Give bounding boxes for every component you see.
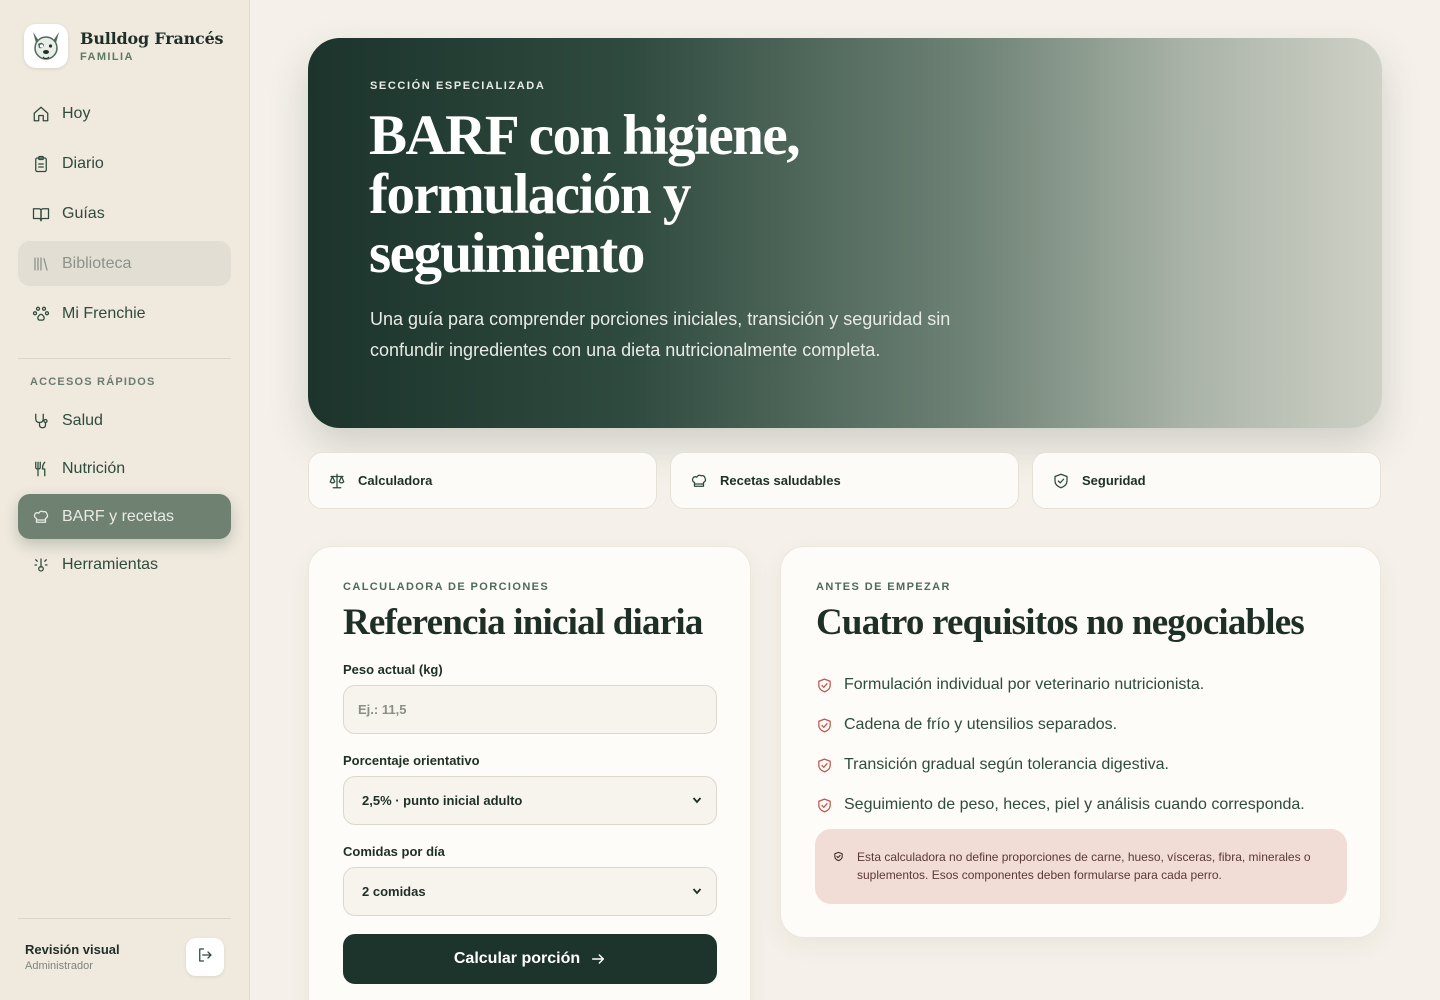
user-role: Administrador [25,960,93,972]
weight-input[interactable] [343,685,717,734]
requirement-text: Transición gradual según tolerancia dige… [844,756,1169,773]
utensils-icon [32,460,50,478]
shield-icon [833,851,845,862]
logout-button[interactable] [186,938,224,976]
calculator-card: CALCULADORA DE PORCIONES Referencia inic… [308,546,751,1000]
nav-item-diario[interactable]: Diario [18,141,231,186]
percent-select[interactable]: 2,5% · punto inicial adulto [343,776,717,825]
bulldog-logo-icon [24,24,68,68]
nav-item-salud[interactable]: Salud [18,398,231,443]
percent-select-value: 2,5% · punto inicial adulto [362,793,523,808]
nav-item-mi-frenchie[interactable]: Mi Frenchie [18,291,231,336]
calculate-button-label: Calcular porción [453,950,581,967]
nav-item-label: Salud [62,411,103,429]
nav-item-label: Guías [62,204,105,222]
sidebar: Bulldog Francés FAMILIA Hoy Diario Guías [0,0,250,1000]
main-nav: Hoy Diario Guías Biblioteca Mi Frenchie [18,91,231,341]
quick-access-nav: Salud Nutrición BARF y recetas Herramien… [18,398,231,590]
tab-label: Calculadora [358,473,433,488]
meals-label: Comidas por día [343,844,445,859]
warning-notice: Esta calculadora no define proporciones … [815,829,1347,904]
hero-description: Una guía para comprender porciones inici… [370,309,951,360]
meals-select[interactable]: 2 comidas [343,867,717,916]
home-icon [32,105,50,123]
meals-select-value: 2 comidas [362,884,426,899]
footer-divider [18,918,231,919]
clipboard-icon [32,155,50,173]
book-icon [32,205,50,223]
nav-item-hoy[interactable]: Hoy [18,91,231,136]
stethoscope-icon [32,412,50,430]
arrow-right-icon [590,951,606,967]
nav-item-guias[interactable]: Guías [18,191,231,236]
nav-item-herramientas[interactable]: Herramientas [18,542,231,587]
user-info: Revisión visual Administrador [25,942,120,972]
tab-seguridad[interactable]: Seguridad [1032,452,1381,509]
tab-calculadora[interactable]: Calculadora [308,452,657,509]
nav-item-label: Nutrición [62,459,126,477]
percent-label: Porcentaje orientativo [343,753,480,768]
shield-check-icon [816,796,834,814]
calculate-button[interactable]: Calcular porción [343,934,717,984]
list-item: Seguimiento de peso, heces, piel y análi… [816,785,1346,825]
paw-icon [32,305,50,323]
nav-item-label: Herramientas [62,555,159,573]
nav-item-label: Biblioteca [62,254,132,272]
nav-item-label: Diario [62,154,104,172]
brand[interactable]: Bulldog Francés FAMILIA [24,24,224,68]
requirement-text: Formulación individual por veterinario n… [844,676,1205,693]
requirements-title: Cuatro requisitos no negociables [816,602,1305,643]
logout-icon [196,946,214,969]
nav-item-label: Hoy [62,104,91,122]
nav-divider [18,358,231,359]
weight-label: Peso actual (kg) [343,662,443,677]
list-item: Formulación individual por veterinario n… [816,665,1346,705]
list-item: Cadena de frío y utensilios separados. [816,705,1346,745]
requirement-text: Seguimiento de peso, heces, piel y análi… [844,796,1305,813]
requirements-list: Formulación individual por veterinario n… [816,665,1346,825]
chef-hat-icon [690,472,708,490]
hero-eyebrow: SECCIÓN ESPECIALIZADA [370,80,546,92]
brand-title: Bulldog Francés [80,29,224,48]
brand-subtitle: FAMILIA [80,51,134,63]
requirement-text: Cadena de frío y utensilios separados. [844,716,1118,733]
shield-check-icon [816,676,834,694]
requirements-card: ANTES DE EMPEZAR Cuatro requisitos no ne… [780,546,1381,938]
shield-check-icon [816,756,834,774]
nav-item-barf-recetas[interactable]: BARF y recetas [18,494,231,539]
requirements-eyebrow: ANTES DE EMPEZAR [816,581,951,593]
chevron-down-icon [692,793,702,808]
hero-banner: SECCIÓN ESPECIALIZADA BARF con higiene, … [308,38,1382,428]
shield-check-icon [816,716,834,734]
calculator-title: Referencia inicial diaria [343,602,703,643]
chef-hat-icon [32,508,50,526]
calculator-eyebrow: CALCULADORA DE PORCIONES [343,581,550,593]
chevron-down-icon [692,884,702,899]
hero-title: BARF con higiene, formulación y seguimie… [369,104,800,285]
tab-label: Seguridad [1082,473,1146,488]
quick-access-label: ACCESOS RÁPIDOS [30,376,156,388]
scale-icon [328,472,346,490]
nav-item-label: BARF y recetas [62,507,175,525]
shield-check-icon [1052,472,1070,490]
nav-item-biblioteca[interactable]: Biblioteca [18,241,231,286]
nav-item-label: Mi Frenchie [62,304,146,322]
warning-text: Esta calculadora no define proporciones … [857,850,1311,882]
library-icon [32,255,50,273]
thermometer-icon [32,556,50,574]
user-name: Revisión visual [25,942,120,957]
nav-item-nutricion[interactable]: Nutrición [18,446,231,491]
tab-label: Recetas saludables [720,473,841,488]
list-item: Transición gradual según tolerancia dige… [816,745,1346,785]
tab-recetas-saludables[interactable]: Recetas saludables [670,452,1019,509]
